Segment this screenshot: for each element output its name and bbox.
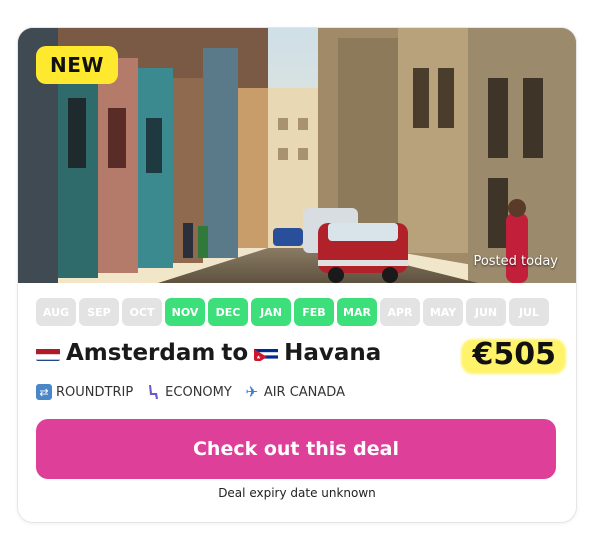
month-sep: SEP <box>79 298 119 326</box>
trip-type: ⇄ ROUNDTRIP <box>36 384 133 400</box>
month-apr: APR <box>380 298 420 326</box>
price-tag: €505 <box>460 335 566 374</box>
posted-label: Posted today <box>473 254 558 269</box>
hero-photo[interactable]: NEW Posted today <box>18 28 576 283</box>
trip-type-label: ROUNDTRIP <box>56 384 134 400</box>
month-mar: MAR <box>337 298 377 326</box>
month-jan: JAN <box>251 298 291 326</box>
deal-expiry: Deal expiry date unknown <box>218 486 376 500</box>
month-aug: AUG <box>36 298 76 326</box>
month-may: MAY <box>423 298 463 326</box>
month-dec: DEC <box>208 298 248 326</box>
new-badge: NEW <box>36 46 118 84</box>
route-connector: to <box>221 340 249 366</box>
origin-city: Amsterdam <box>66 340 216 366</box>
month-jul: JUL <box>509 298 549 326</box>
travel-months: AUG SEP OCT NOV DEC JAN FEB MAR APR MAY JUN JUL <box>36 298 549 326</box>
price-value: €505 <box>472 337 557 372</box>
destination-city: Havana <box>284 340 382 366</box>
roundtrip-icon: ⇄ <box>36 384 52 400</box>
month-jun: JUN <box>466 298 506 326</box>
deal-meta: ⇄ ROUNDTRIP ECONOMY ✈ AIR CANADA <box>36 383 345 401</box>
route-title: Amsterdam to Havana <box>36 340 381 366</box>
airplane-icon: ✈ <box>245 383 259 401</box>
netherlands-flag-icon <box>36 345 60 361</box>
cabin-class: ECONOMY <box>145 384 232 400</box>
airline: ✈ AIR CANADA <box>244 383 345 401</box>
month-nov: NOV <box>165 298 205 326</box>
seat-icon <box>145 384 161 400</box>
deal-card[interactable]: NEW Posted today AUG SEP OCT NOV DEC JAN FEB MA… <box>17 27 577 523</box>
airline-label: AIR CANADA <box>263 384 345 400</box>
month-feb: FEB <box>294 298 334 326</box>
cabin-label: ECONOMY <box>165 384 232 400</box>
cuba-flag-icon <box>254 345 279 361</box>
check-out-deal-button[interactable]: Check out this deal <box>36 419 556 479</box>
month-oct: OCT <box>122 298 162 326</box>
